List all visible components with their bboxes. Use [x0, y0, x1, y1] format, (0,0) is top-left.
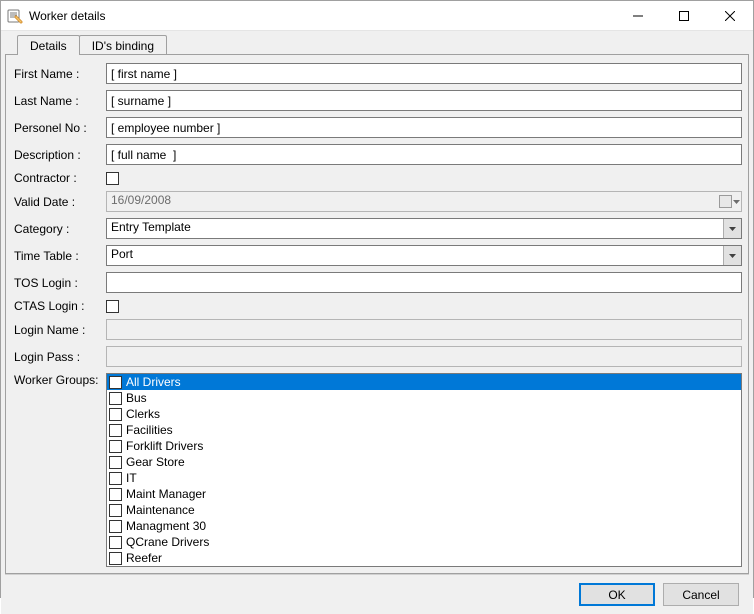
valid-date-value: 16/09/2008: [106, 191, 742, 212]
list-item-label: IT: [126, 471, 137, 485]
login-pass-input: [106, 346, 742, 367]
list-item-label: Reefer: [126, 551, 162, 565]
time-table-combobox[interactable]: Port: [106, 245, 742, 266]
label-time-table: Time Table :: [12, 249, 106, 263]
list-item[interactable]: Bus: [107, 390, 741, 406]
chevron-down-icon: [729, 254, 736, 258]
category-combobox[interactable]: Entry Template: [106, 218, 742, 239]
list-item-checkbox[interactable]: [109, 424, 122, 437]
list-item[interactable]: QCrane Drivers: [107, 534, 741, 550]
list-item-checkbox[interactable]: [109, 392, 122, 405]
valid-date-picker[interactable]: 16/09/2008: [106, 191, 742, 212]
list-item[interactable]: Managment 30: [107, 518, 741, 534]
list-item[interactable]: Clerks: [107, 406, 741, 422]
list-item-label: Facilities: [126, 423, 173, 437]
label-valid-date: Valid Date :: [12, 195, 106, 209]
tab-ids-binding[interactable]: ID's binding: [79, 35, 167, 55]
list-item-label: Gear Store: [126, 455, 185, 469]
last-name-input[interactable]: [106, 90, 742, 111]
list-item[interactable]: Gear Store: [107, 454, 741, 470]
list-item-checkbox[interactable]: [109, 504, 122, 517]
time-table-dropdown-button[interactable]: [723, 246, 741, 265]
list-item-checkbox[interactable]: [109, 440, 122, 453]
category-value: Entry Template: [106, 218, 742, 239]
list-item-label: Maint Manager: [126, 487, 206, 501]
client-area: Details ID's binding First Name : Last N…: [1, 31, 753, 614]
list-item-checkbox[interactable]: [109, 376, 122, 389]
list-item[interactable]: Facilities: [107, 422, 741, 438]
list-item-checkbox[interactable]: [109, 520, 122, 533]
list-item-checkbox[interactable]: [109, 472, 122, 485]
list-item-label: Maintenance: [126, 503, 195, 517]
list-item-label: Clerks: [126, 407, 160, 421]
cancel-button[interactable]: Cancel: [663, 583, 739, 606]
label-contractor: Contractor :: [12, 171, 106, 185]
label-description: Description :: [12, 148, 106, 162]
category-dropdown-button[interactable]: [723, 219, 741, 238]
minimize-button[interactable]: [615, 1, 661, 31]
login-name-input: [106, 319, 742, 340]
list-item-label: QCrane Drivers: [126, 535, 209, 549]
time-table-value: Port: [106, 245, 742, 266]
list-item-label: Bus: [126, 391, 147, 405]
worker-details-window: Worker details Details ID's binding Firs…: [0, 0, 754, 598]
window-title: Worker details: [29, 9, 615, 23]
list-item-checkbox[interactable]: [109, 536, 122, 549]
label-first-name: First Name :: [12, 67, 106, 81]
list-item[interactable]: All Drivers: [107, 374, 741, 390]
details-panel: First Name : Last Name : Personel No : D…: [5, 54, 749, 574]
dialog-footer: OK Cancel: [5, 574, 749, 614]
list-item[interactable]: Forklift Drivers: [107, 438, 741, 454]
list-item[interactable]: Reefer: [107, 550, 741, 566]
list-item[interactable]: Maintenance: [107, 502, 741, 518]
description-input[interactable]: [106, 144, 742, 165]
list-item-label: Forklift Drivers: [126, 439, 203, 453]
personel-no-input[interactable]: [106, 117, 742, 138]
label-login-name: Login Name :: [12, 323, 106, 337]
chevron-down-icon: [733, 200, 740, 204]
label-tos-login: TOS Login :: [12, 276, 106, 290]
ctas-login-checkbox[interactable]: [106, 300, 119, 313]
label-login-pass: Login Pass :: [12, 350, 106, 364]
maximize-button[interactable]: [661, 1, 707, 31]
list-item-checkbox[interactable]: [109, 552, 122, 565]
app-icon: [7, 8, 23, 24]
list-item-label: All Drivers: [126, 375, 181, 389]
list-item-checkbox[interactable]: [109, 488, 122, 501]
first-name-input[interactable]: [106, 63, 742, 84]
list-item-label: Managment 30: [126, 519, 206, 533]
list-item[interactable]: Maint Manager: [107, 486, 741, 502]
label-worker-groups: Worker Groups:: [12, 373, 106, 387]
contractor-checkbox[interactable]: [106, 172, 119, 185]
worker-groups-listbox[interactable]: All Drivers Bus Clerks Facilities Forklift D…: [106, 373, 742, 567]
label-ctas-login: CTAS Login :: [12, 299, 106, 313]
tab-strip: Details ID's binding: [5, 35, 749, 55]
ok-button[interactable]: OK: [579, 583, 655, 606]
label-last-name: Last Name :: [12, 94, 106, 108]
list-item[interactable]: IT: [107, 470, 741, 486]
tos-login-input[interactable]: [106, 272, 742, 293]
tab-details[interactable]: Details: [17, 35, 80, 55]
label-personel-no: Personel No :: [12, 121, 106, 135]
label-category: Category :: [12, 222, 106, 236]
chevron-down-icon: [729, 227, 736, 231]
list-item-checkbox[interactable]: [109, 456, 122, 469]
list-item-checkbox[interactable]: [109, 408, 122, 421]
title-bar[interactable]: Worker details: [1, 1, 753, 31]
date-check-icon: [719, 195, 732, 208]
close-button[interactable]: [707, 1, 753, 31]
